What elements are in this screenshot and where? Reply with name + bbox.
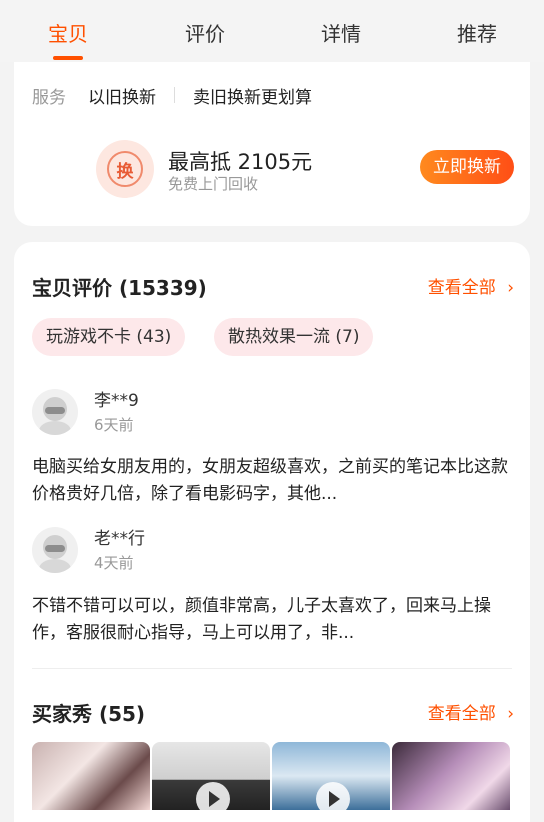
see-all-label: 查看全部 — [427, 704, 496, 724]
see-all-label: 查看全部 — [427, 278, 496, 298]
tab-label: 评价 — [185, 22, 225, 46]
review-time: 6天前 — [94, 416, 134, 434]
tab-label: 详情 — [321, 22, 361, 46]
reviews-see-all-link[interactable]: 查看全部 › — [428, 273, 514, 298]
trade-in-title: 最高抵 2105元 — [168, 150, 313, 174]
default-avatar-icon — [39, 535, 71, 573]
buyer-show-photo[interactable] — [392, 742, 510, 810]
avatar — [32, 527, 78, 573]
review-time: 4天前 — [94, 554, 134, 572]
service-label: 服务 — [32, 87, 66, 108]
tab-details[interactable]: 详情 — [321, 18, 361, 54]
review-username: 李**9 — [94, 391, 139, 411]
review-tag[interactable]: 玩游戏不卡 (43) — [32, 318, 186, 356]
play-icon — [316, 782, 350, 810]
trade-in-now-button[interactable]: 立即换新 — [420, 150, 514, 184]
tab-label: 宝贝 — [48, 22, 88, 46]
review-text[interactable]: 不错不错可以可以，颜值非常高，儿子太喜欢了，回来马上操作，客服很耐心指导，马上可… — [32, 593, 512, 647]
buyer-show-video[interactable] — [152, 742, 270, 810]
tab-label: 推荐 — [457, 22, 497, 46]
top-tab-bar: 宝贝 评价 详情 推荐 — [0, 0, 544, 62]
service-card: 服务 以旧换新 卖旧换新更划算 换 最高抵 2105元 免费上门回收 立即换新 — [14, 62, 530, 226]
chevron-right-icon: › — [507, 278, 514, 298]
buyer-show-photo[interactable] — [32, 742, 150, 810]
default-avatar-icon — [39, 397, 71, 435]
tab-baobei[interactable]: 宝贝 — [48, 18, 88, 60]
trade-in-icon-glyph: 换 — [107, 151, 143, 187]
trade-in-icon: 换 — [96, 140, 154, 198]
avatar — [32, 389, 78, 435]
service-item-sell-old: 卖旧换新更划算 — [193, 87, 312, 108]
review-tag[interactable]: 散热效果一流 (7) — [214, 318, 374, 356]
reviews-section-title: 宝贝评价 (15339) — [32, 276, 207, 300]
review-username: 老**行 — [94, 529, 145, 549]
service-item-trade-in: 以旧换新 — [88, 87, 156, 108]
chevron-right-icon: › — [507, 704, 514, 724]
buyer-show-title: 买家秀 (55) — [32, 702, 146, 726]
tab-recommend[interactable]: 推荐 — [457, 18, 497, 54]
review-text[interactable]: 电脑买给女朋友用的，女朋友超级喜欢，之前买的笔记本比这款价格贵好几倍，除了看电影… — [32, 454, 512, 508]
buyer-show-see-all-link[interactable]: 查看全部 › — [428, 699, 514, 724]
trade-in-subtitle: 免费上门回收 — [168, 175, 259, 193]
play-icon — [196, 782, 230, 810]
service-row[interactable]: 服务 以旧换新 卖旧换新更划算 — [32, 82, 312, 108]
buyer-show-video[interactable] — [272, 742, 390, 810]
section-divider — [32, 668, 512, 669]
tab-active-indicator — [53, 56, 83, 60]
tab-reviews[interactable]: 评价 — [185, 18, 225, 54]
service-divider — [174, 87, 175, 103]
